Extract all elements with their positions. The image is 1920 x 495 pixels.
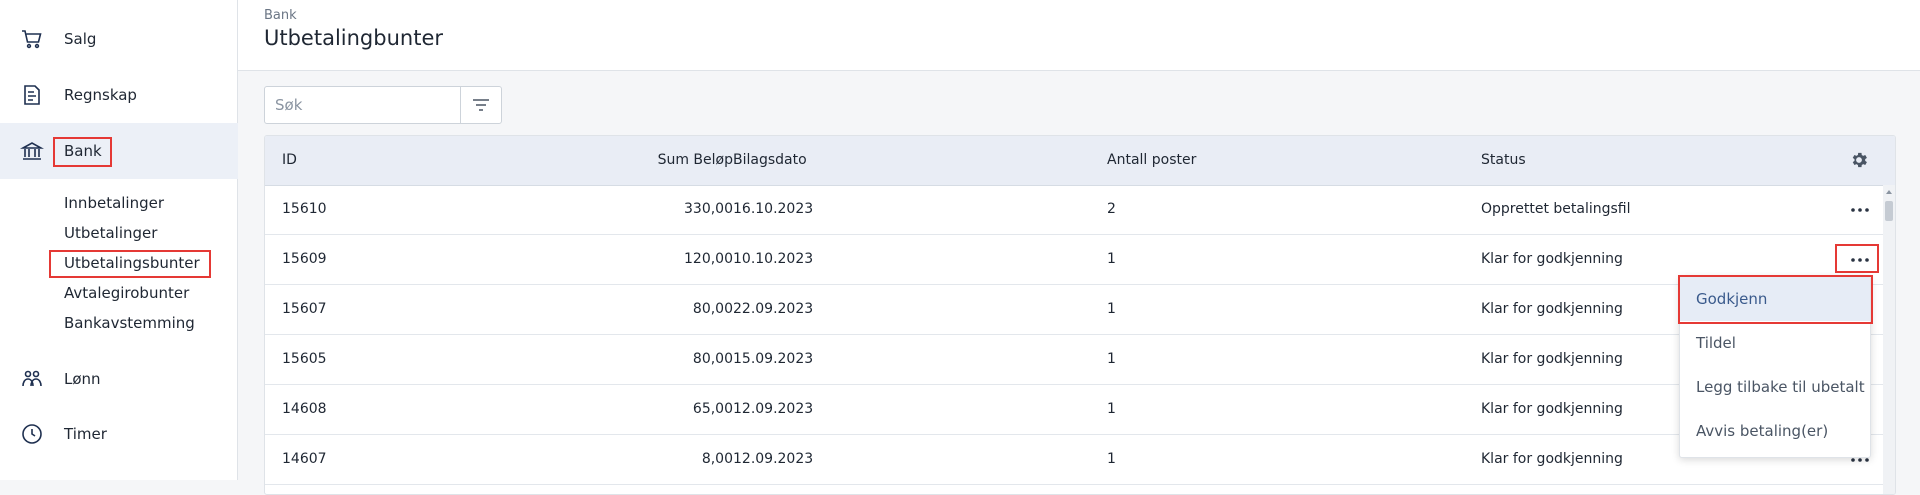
ledger-icon — [24, 85, 40, 105]
cell-count: 1 — [1107, 451, 1116, 467]
filter-button[interactable] — [460, 87, 501, 123]
cell-count: 1 — [1107, 301, 1116, 317]
column-header-id[interactable]: ID — [282, 152, 297, 168]
cell-date: 10.10.2023 — [733, 251, 814, 267]
cell-count: 1 — [1107, 251, 1116, 267]
table-row[interactable]: 14608 65,00 12.09.2023 1 Klar for godkje… — [265, 385, 1895, 435]
table-row[interactable]: 14607 8,00 12.09.2023 1 Klar for godkjen… — [265, 435, 1895, 485]
nav-item-salg[interactable]: Salg — [0, 11, 238, 67]
menu-item-tildel[interactable]: Tildel — [1680, 321, 1870, 365]
highlight-box — [1678, 275, 1873, 324]
more-horizontal-icon — [1851, 208, 1869, 212]
clock-icon — [22, 424, 42, 444]
column-header-status[interactable]: Status — [1481, 152, 1526, 168]
nav-label: Lønn — [64, 370, 101, 388]
cell-id: 15609 — [282, 251, 327, 267]
cell-count: 1 — [1107, 401, 1116, 417]
cell-id: 14608 — [282, 401, 327, 417]
cell-sum: 65,00 — [692, 401, 733, 417]
cell-date: 22.09.2023 — [733, 301, 814, 317]
table-header: ID Sum Beløp Bilagsdato Antall poster St… — [265, 136, 1895, 186]
column-header-count[interactable]: Antall poster — [1107, 152, 1196, 168]
cell-id: 15605 — [282, 351, 327, 367]
highlight-box — [53, 137, 112, 167]
cell-count: 1 — [1107, 351, 1116, 367]
page-header: Bank Utbetalingbunter — [238, 0, 1920, 71]
people-icon — [22, 370, 42, 387]
highlight-box — [49, 250, 211, 278]
cell-count: 2 — [1107, 201, 1116, 217]
bank-icon — [20, 142, 44, 160]
menu-item-avvis[interactable]: Avvis betaling(er) — [1680, 409, 1870, 453]
nav-item-lonn[interactable]: Lønn — [0, 351, 238, 407]
cell-status: Klar for godkjenning — [1481, 451, 1623, 467]
subnav-innbetalinger[interactable]: Innbetalinger — [64, 194, 164, 212]
cell-status: Opprettet betalingsfil — [1481, 201, 1631, 217]
cell-date: 12.09.2023 — [733, 451, 814, 467]
cell-date: 15.09.2023 — [733, 351, 814, 367]
filter-icon — [473, 99, 489, 111]
nav-item-bank[interactable]: Bank — [0, 123, 238, 179]
search-input[interactable] — [265, 87, 463, 123]
breadcrumb[interactable]: Bank — [264, 8, 297, 23]
cell-status: Klar for godkjenning — [1481, 251, 1623, 267]
cell-sum: 120,00 — [684, 251, 733, 267]
nav-item-timer[interactable]: Timer — [0, 406, 238, 462]
cell-id: 15607 — [282, 301, 327, 317]
cart-icon — [22, 30, 42, 49]
cell-id: 14607 — [282, 451, 327, 467]
subnav-utbetalinger[interactable]: Utbetalinger — [64, 224, 157, 242]
cell-sum: 8,00 — [701, 451, 733, 467]
cell-status: Klar for godkjenning — [1481, 301, 1623, 317]
table-scrollbar[interactable] — [1883, 185, 1895, 494]
page-title: Utbetalingbunter — [264, 26, 444, 50]
subnav-bankavstemming[interactable]: Bankavstemming — [64, 314, 195, 332]
column-header-date[interactable]: Bilagsdato — [733, 152, 807, 168]
gear-icon[interactable] — [1849, 150, 1869, 170]
column-header-sum[interactable]: Sum Beløp — [658, 152, 733, 168]
nav-item-regnskap[interactable]: Regnskap — [0, 67, 238, 123]
table-row[interactable]: 15605 80,00 15.09.2023 1 Klar for godkje… — [265, 335, 1895, 385]
search-box — [264, 86, 502, 124]
cell-status: Klar for godkjenning — [1481, 351, 1623, 367]
table-row[interactable]: 15609 120,00 10.10.2023 1 Klar for godkj… — [265, 235, 1895, 285]
sidebar: Salg Regnskap Bank Innbetalinger Utbetal… — [0, 0, 238, 480]
cell-date: 12.09.2023 — [733, 401, 814, 417]
cell-date: 16.10.2023 — [733, 201, 814, 217]
row-actions-button[interactable] — [1847, 199, 1873, 221]
nav-label: Salg — [64, 30, 97, 48]
cell-sum: 80,00 — [692, 301, 733, 317]
payment-batch-table: ID Sum Beløp Bilagsdato Antall poster St… — [264, 135, 1896, 495]
more-horizontal-icon — [1851, 458, 1869, 462]
menu-item-legg-tilbake[interactable]: Legg tilbake til ubetalt — [1680, 365, 1870, 409]
nav-label: Regnskap — [64, 86, 137, 104]
cell-sum: 80,00 — [692, 351, 733, 367]
scroll-thumb[interactable] — [1885, 201, 1893, 221]
cell-status: Klar for godkjenning — [1481, 401, 1623, 417]
scroll-up-arrow-icon[interactable] — [1883, 187, 1895, 197]
cell-id: 15610 — [282, 201, 327, 217]
subnav-avtalegirobunter[interactable]: Avtalegirobunter — [64, 284, 189, 302]
nav-label: Timer — [64, 425, 107, 443]
cell-sum: 330,00 — [684, 201, 733, 217]
table-row[interactable]: 15610 330,00 16.10.2023 2 Opprettet beta… — [265, 185, 1895, 235]
highlight-box — [1835, 244, 1879, 273]
table-row[interactable]: 15607 80,00 22.09.2023 1 Klar for godkje… — [265, 285, 1895, 335]
